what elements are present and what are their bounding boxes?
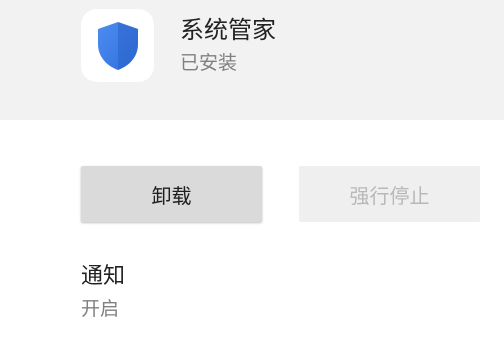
app-install-status: 已安装 [180, 52, 238, 74]
app-info-screen: 系统管家 已安装 卸载 强行停止 通知 开启 [0, 0, 504, 337]
app-header: 系统管家 已安装 [0, 0, 504, 120]
uninstall-button[interactable]: 卸载 [81, 166, 262, 222]
notifications-value: 开启 [81, 298, 120, 320]
force-stop-button[interactable]: 强行停止 [299, 166, 480, 222]
app-icon [81, 9, 154, 82]
shield-icon [97, 21, 138, 70]
notifications-title[interactable]: 通知 [81, 262, 125, 292]
app-name: 系统管家 [180, 16, 276, 44]
